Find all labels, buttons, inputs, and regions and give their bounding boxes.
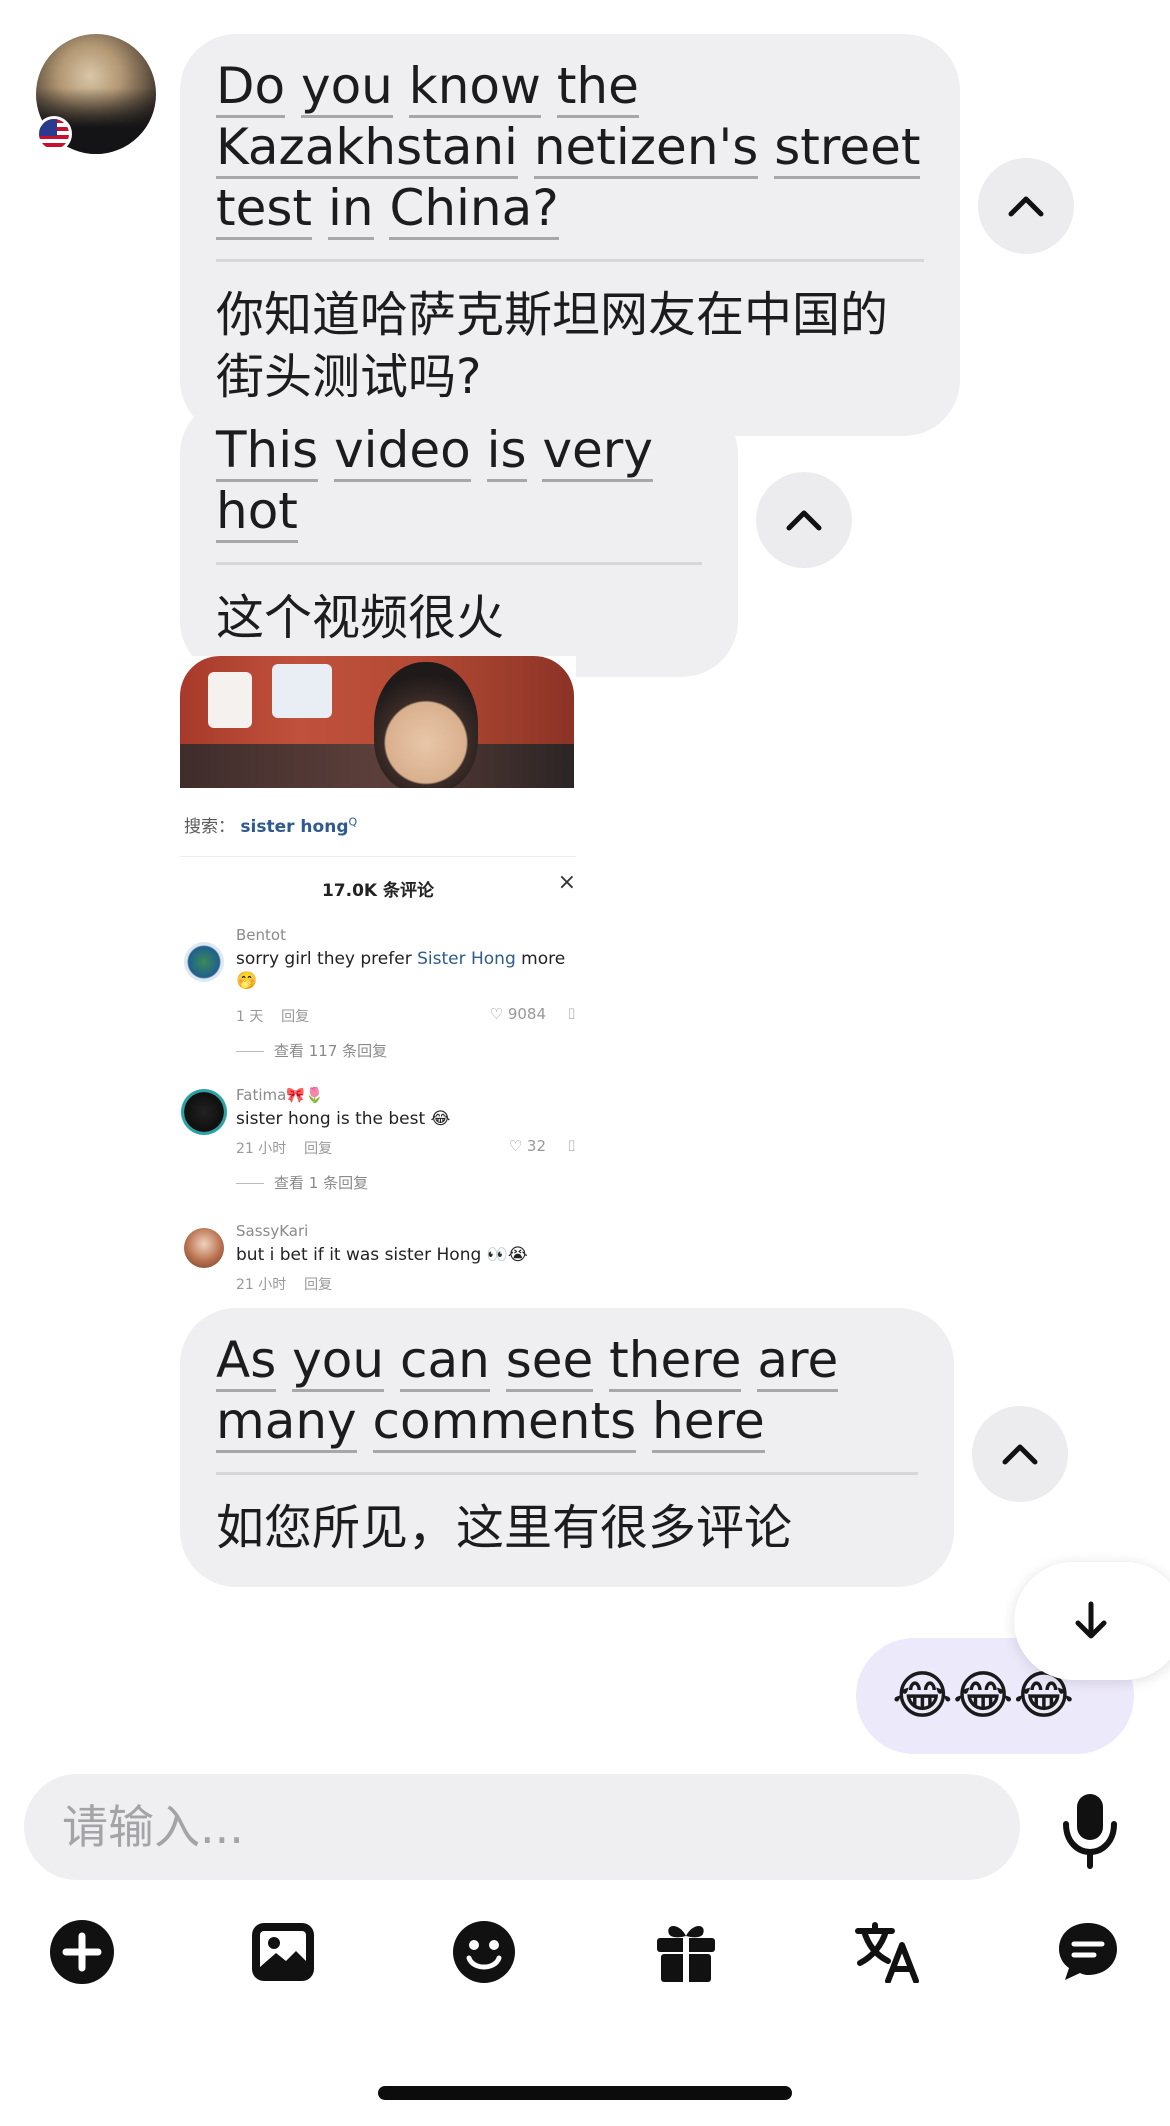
message-original-text: Do you know the Kazakhstani netizen's st… [216, 56, 924, 240]
chat-icon [1059, 1923, 1117, 1980]
translatable-word[interactable]: This [216, 421, 319, 482]
commenter-avatar [184, 942, 224, 982]
message-translation-text: 你知道哈萨克斯坦网友在中国的街头测试吗? [216, 287, 889, 405]
image-icon [252, 1923, 314, 1981]
comment-count: 17.0K 条评论 [321, 881, 435, 901]
add-icon [50, 1920, 114, 1984]
message-input-container [24, 1774, 1020, 1880]
commenter-avatar [184, 1092, 224, 1132]
translatable-word[interactable]: Do [216, 57, 286, 118]
translatable-word[interactable]: test [216, 179, 313, 240]
message-input[interactable] [24, 1774, 1020, 1880]
microphone-icon [1063, 1794, 1117, 1869]
collapse-translation-button[interactable] [756, 472, 852, 568]
translatable-word[interactable]: know [408, 57, 541, 118]
chevron-up-icon [1008, 196, 1044, 217]
translatable-word[interactable]: is [486, 421, 527, 482]
collapse-translation-button[interactable] [972, 1406, 1068, 1502]
translatable-word[interactable]: netizen's [533, 118, 759, 179]
chat-button[interactable] [1052, 1916, 1124, 1988]
message-bubble[interactable]: This video is very hot 这个视频很火 [180, 398, 738, 677]
translatable-word[interactable]: here [652, 1392, 765, 1453]
translate-icon [855, 1922, 919, 1983]
translatable-word[interactable]: there [609, 1331, 742, 1392]
chevron-up-icon [1002, 1444, 1038, 1465]
translatable-word[interactable]: many [216, 1392, 357, 1453]
comment-item: Fatima🎀🌷 sister hong is the best 😂 21 小时… [180, 1086, 576, 1206]
translatable-word[interactable]: very [542, 421, 653, 482]
composer-toolbar [0, 1916, 1170, 1988]
comment-item: Bentot sorry girl they prefer Sister Hon… [180, 926, 576, 1076]
translatable-word[interactable]: the [556, 57, 639, 118]
message-bubble[interactable]: As you can see there are many comments h… [180, 1308, 954, 1587]
us-flag-icon [36, 116, 72, 152]
translatable-word[interactable]: in [327, 179, 374, 240]
translation-divider [216, 562, 702, 565]
add-button[interactable] [46, 1916, 118, 1988]
close-icon: × [557, 870, 576, 895]
translatable-word[interactable]: China? [389, 179, 559, 240]
message-original-text: As you can see there are many comments h… [216, 1330, 918, 1453]
message-bubble[interactable]: Do you know the Kazakhstani netizen's st… [180, 34, 960, 436]
video-thumbnail [180, 656, 574, 788]
gift-button[interactable] [650, 1916, 722, 1988]
translate-button[interactable] [852, 1916, 924, 1988]
translation-divider [216, 1472, 918, 1475]
microphone-button[interactable] [1060, 1790, 1120, 1870]
translatable-word[interactable]: are [757, 1331, 839, 1392]
translatable-word[interactable]: As [216, 1331, 277, 1392]
translatable-word[interactable]: see [505, 1331, 594, 1392]
chevron-up-icon [786, 510, 822, 531]
translation-divider [216, 259, 924, 262]
image-button[interactable] [247, 1916, 319, 1988]
translatable-word[interactable]: you [292, 1331, 385, 1392]
search-icon: Q [348, 815, 358, 829]
comment-item: SassyKari but i bet if it was sister Hon… [180, 1222, 576, 1296]
search-row: 搜索： sister hongQ [184, 815, 358, 837]
home-indicator [378, 2086, 792, 2100]
message-translation-text: 如您所见，这里有很多评论 [216, 1500, 793, 1556]
translatable-word[interactable]: Kazakhstani [216, 118, 518, 179]
collapse-translation-button[interactable] [978, 158, 1074, 254]
translatable-word[interactable]: can [399, 1331, 490, 1392]
translatable-word[interactable]: you [301, 57, 393, 118]
message-original-text: This video is very hot [216, 420, 702, 543]
image-message[interactable]: 搜索： sister hongQ 17.0K 条评论 × Bentot sorr… [180, 656, 576, 1296]
translatable-word[interactable]: hot [216, 482, 298, 543]
scroll-to-bottom-button[interactable] [1014, 1562, 1170, 1680]
translatable-word[interactable]: video [334, 421, 471, 482]
emoji-icon [453, 1921, 515, 1983]
gift-icon [657, 1926, 715, 1982]
message-translation-text: 这个视频很火 [216, 590, 505, 646]
arrow-down-icon [1075, 1601, 1107, 1639]
emoji-button[interactable] [448, 1916, 520, 1988]
translatable-word[interactable]: comments [372, 1392, 637, 1453]
commenter-avatar [184, 1228, 224, 1268]
translatable-word[interactable]: street [774, 118, 921, 179]
